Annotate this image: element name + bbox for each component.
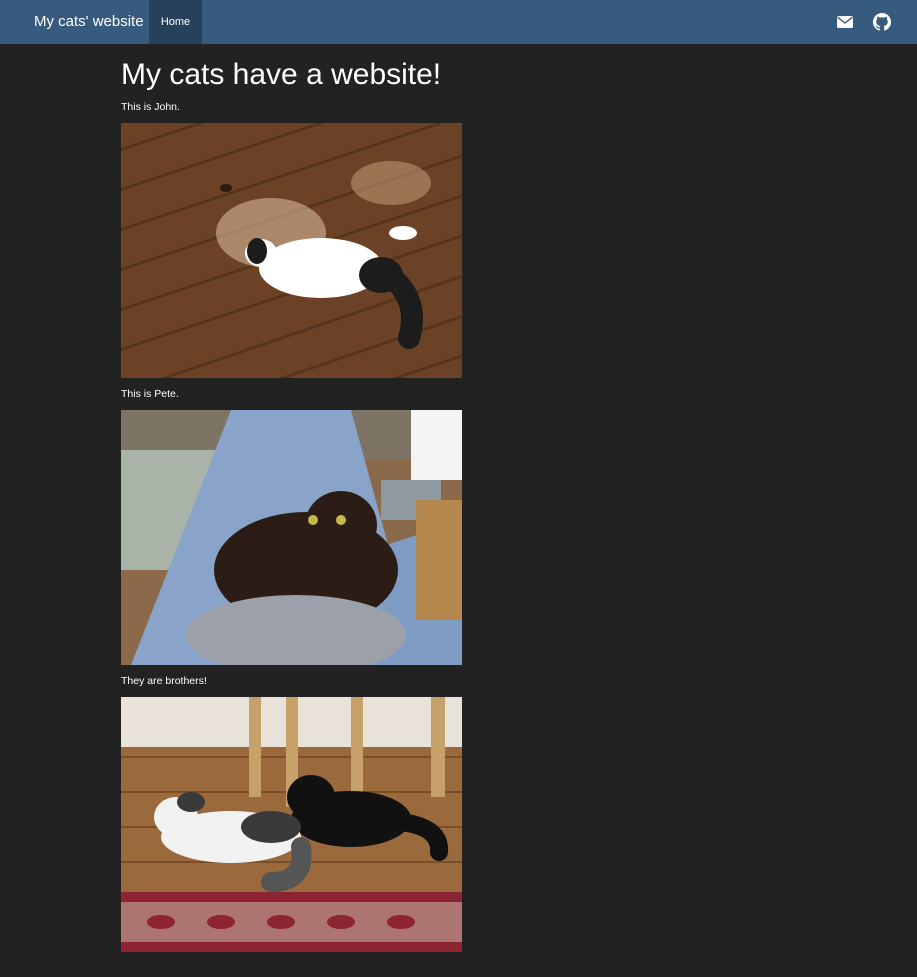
brothers-photo	[121, 697, 462, 952]
github-icon[interactable]	[873, 13, 891, 31]
envelope-icon[interactable]	[836, 13, 854, 31]
page-title: My cats have a website!	[121, 58, 442, 91]
caption-brothers: They are brothers!	[121, 675, 207, 687]
caption-pete: This is Pete.	[121, 388, 179, 400]
pete-photo	[121, 410, 462, 665]
nav-link-home[interactable]: Home	[149, 0, 202, 44]
john-photo	[121, 123, 462, 378]
caption-john: This is John.	[121, 101, 180, 113]
brand-link[interactable]: My cats' website	[34, 12, 144, 32]
navbar: My cats' website Home	[0, 0, 917, 44]
main-content: My cats have a website! This is John. Th…	[121, 55, 681, 952]
